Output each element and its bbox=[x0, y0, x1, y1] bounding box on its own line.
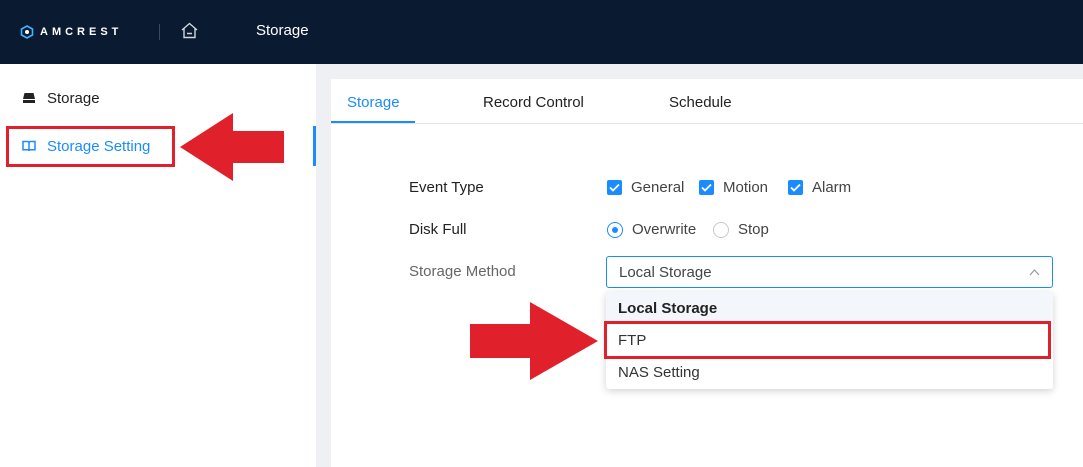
tab-bar: Storage Record Control Schedule bbox=[331, 79, 1083, 124]
annotation-highlight-box bbox=[6, 126, 175, 167]
motion-checkbox[interactable]: Motion bbox=[699, 179, 768, 196]
overwrite-radio[interactable]: Overwrite bbox=[607, 221, 696, 238]
annotation-arrow-right bbox=[470, 302, 598, 380]
active-tab-underline bbox=[331, 121, 415, 123]
top-bar: AMCREST Storage bbox=[0, 0, 1083, 64]
alarm-checkbox[interactable]: Alarm bbox=[788, 179, 851, 196]
brand-name: AMCREST bbox=[40, 26, 123, 38]
checkbox-checked-icon bbox=[699, 180, 714, 195]
checkbox-label: Motion bbox=[723, 179, 769, 196]
checkbox-checked-icon bbox=[607, 180, 622, 195]
stop-radio[interactable]: Stop bbox=[713, 221, 769, 238]
tab-storage[interactable]: Storage bbox=[347, 94, 400, 111]
hard-drive-icon bbox=[23, 93, 35, 103]
page-title: Storage bbox=[256, 22, 309, 39]
storage-method-select[interactable]: Local Storage bbox=[606, 256, 1053, 288]
tab-schedule[interactable]: Schedule bbox=[669, 94, 732, 111]
annotation-arrow-left bbox=[180, 113, 284, 181]
radio-label: Overwrite bbox=[632, 221, 697, 238]
radio-label: Stop bbox=[738, 221, 769, 238]
main-panel: Storage Record Control Schedule Event Ty… bbox=[331, 79, 1083, 467]
radio-unselected-icon bbox=[713, 221, 729, 238]
general-checkbox[interactable]: General bbox=[607, 179, 684, 196]
sidebar-active-indicator bbox=[313, 126, 316, 166]
header-divider bbox=[159, 24, 160, 40]
sidebar-item-storage[interactable]: Storage bbox=[0, 80, 316, 116]
disk-full-label: Disk Full bbox=[409, 221, 467, 238]
checkbox-checked-icon bbox=[788, 180, 803, 195]
annotation-highlight-box bbox=[604, 321, 1051, 359]
event-type-label: Event Type bbox=[409, 179, 484, 196]
checkbox-label: Alarm bbox=[812, 179, 852, 196]
dropdown-option-local-storage[interactable]: Local Storage bbox=[606, 292, 1053, 324]
select-value: Local Storage bbox=[619, 264, 712, 281]
radio-selected-icon bbox=[607, 221, 623, 238]
checkbox-label: General bbox=[631, 179, 685, 196]
amcrest-logo-icon bbox=[20, 25, 34, 39]
tab-record-control[interactable]: Record Control bbox=[483, 94, 584, 111]
sidebar-item-label: Storage bbox=[47, 89, 100, 107]
amcrest-logo[interactable]: AMCREST bbox=[20, 24, 122, 40]
storage-method-label: Storage Method bbox=[409, 263, 516, 280]
home-icon[interactable] bbox=[180, 21, 199, 40]
dropdown-option-nas-setting[interactable]: NAS Setting bbox=[606, 356, 1053, 388]
chevron-up-icon bbox=[1029, 269, 1040, 276]
